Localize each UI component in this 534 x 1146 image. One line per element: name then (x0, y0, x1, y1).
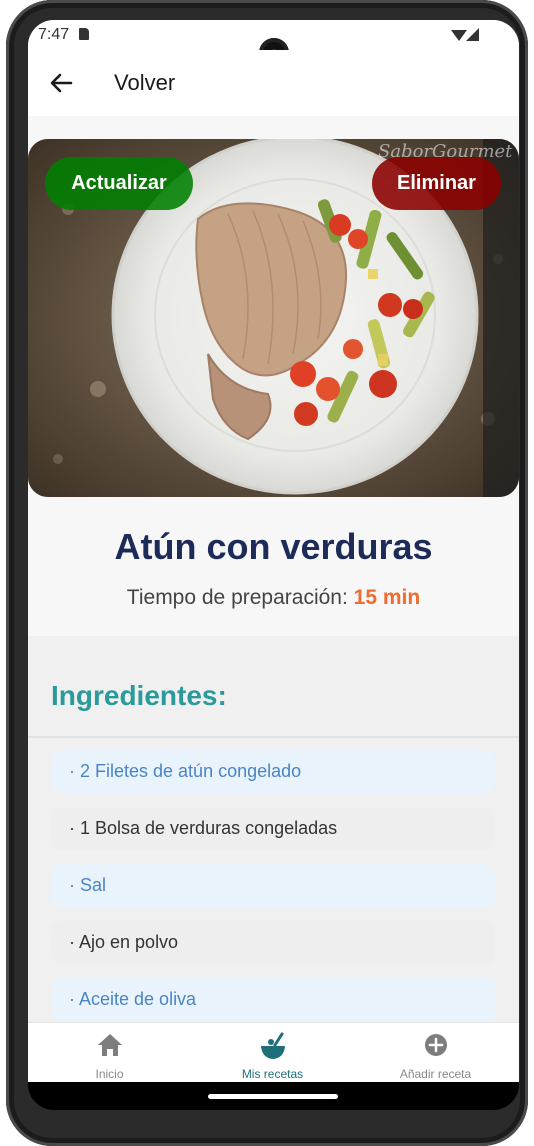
app-content: 7:47 Volver SaborGourmet Actualizar Elim… (28, 20, 519, 1082)
update-button[interactable]: Actualizar (45, 157, 193, 210)
recipe-title: Atún con verduras (114, 526, 433, 567)
phone-frame: 7:47 Volver SaborGourmet Actualizar Elim… (6, 0, 528, 1146)
delete-button[interactable]: Eliminar (372, 157, 501, 210)
nav-item-anadir-receta[interactable]: Añadir receta (354, 1023, 517, 1082)
ingredients-section: Ingredientes: · 2 Filetes de atún congel… (28, 636, 519, 1022)
ingredient-item: · Sal (51, 864, 495, 907)
signal-icon (466, 28, 479, 41)
nav-item-mis-recetas[interactable]: Mis recetas (191, 1023, 354, 1082)
recipe-photo: SaborGourmet Actualizar Eliminar (28, 139, 519, 497)
prep-time: Tiempo de preparación: 15 min (28, 586, 519, 610)
back-button[interactable] (46, 68, 76, 98)
prep-time-value: 15 min (353, 586, 421, 609)
add-circle-icon (424, 1034, 447, 1056)
nav-item-inicio[interactable]: Inicio (28, 1023, 191, 1082)
home-indicator[interactable] (208, 1094, 338, 1099)
home-icon (97, 1034, 122, 1056)
recipe-detail-scroll[interactable]: SaborGourmet Actualizar Eliminar Atún co… (28, 116, 519, 1022)
ingredients-list: · 2 Filetes de atún congelado · 1 Bolsa … (51, 750, 495, 1022)
ingredient-item: · Aceite de oliva (51, 978, 495, 1021)
ingredient-item: · 1 Bolsa de verduras congeladas (51, 807, 495, 850)
nav-label-anadir-receta: Añadir receta (399, 1067, 472, 1081)
app-bar: Volver (28, 50, 519, 117)
nav-label-mis-recetas: Mis recetas (241, 1067, 304, 1081)
screen: 7:47 Volver SaborGourmet Actualizar Elim… (28, 20, 519, 1110)
nav-label-inicio: Inicio (95, 1067, 124, 1081)
ingredients-header: Ingredientes: (51, 680, 227, 711)
sim-card-icon (79, 28, 89, 40)
divider (28, 736, 519, 738)
prep-time-label: Tiempo de preparación: (126, 586, 348, 609)
bottom-navigation: Inicio Mis recetas Añadir receta (28, 1022, 519, 1082)
ingredient-item: · 2 Filetes de atún congelado (51, 750, 495, 793)
wifi-icon (451, 30, 467, 41)
arrow-back-icon (50, 73, 73, 93)
ingredient-item: · Ajo en polvo (51, 921, 495, 964)
back-label[interactable]: Volver (114, 70, 175, 96)
system-navigation-bar (28, 1082, 519, 1110)
bowl-icon (260, 1032, 285, 1059)
status-time: 7:47 (38, 26, 70, 43)
